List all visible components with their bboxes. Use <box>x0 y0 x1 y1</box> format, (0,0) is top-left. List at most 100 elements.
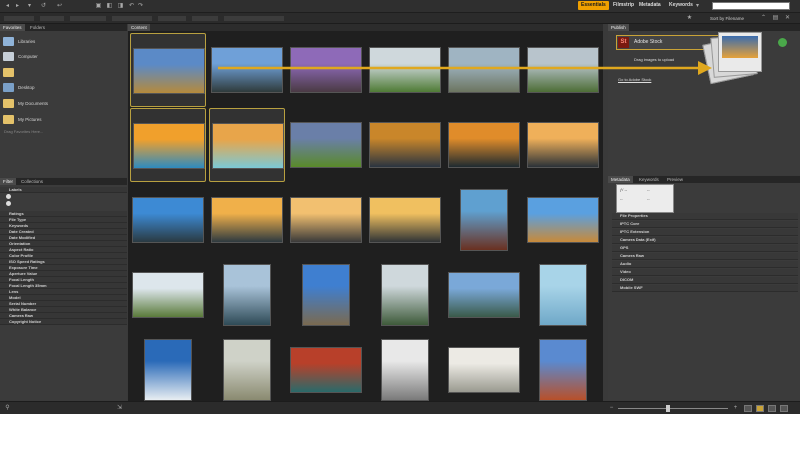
metadata-section[interactable]: Audio <box>612 261 798 268</box>
metadata-section[interactable]: Video <box>612 269 798 276</box>
thumbnail-cell[interactable] <box>288 333 364 407</box>
thumbnail-cell[interactable] <box>525 333 601 407</box>
workspace-filmstrip[interactable]: Filmstrip <box>610 1 637 10</box>
view-list-button[interactable] <box>780 405 788 412</box>
recent-icon[interactable]: ↺ <box>40 3 47 10</box>
thumbnail-cell[interactable] <box>209 333 285 407</box>
sort-order-icon[interactable]: ⌃ <box>760 15 767 22</box>
search-input[interactable] <box>712 2 790 10</box>
rotate-right-icon[interactable]: ↷ <box>137 3 144 10</box>
filter-row[interactable]: Copyright Notice <box>0 319 127 325</box>
workspace-menu-icon[interactable]: ▾ <box>694 3 701 10</box>
path-segment[interactable] <box>4 16 34 21</box>
thumbnail-image[interactable] <box>223 339 271 401</box>
thumbnail-image[interactable] <box>448 122 520 168</box>
thumbnail-cell[interactable] <box>367 258 443 332</box>
path-segment[interactable] <box>112 16 152 21</box>
path-segment[interactable] <box>40 16 64 21</box>
thumbnail-image[interactable] <box>539 264 587 326</box>
path-segment[interactable] <box>192 16 218 21</box>
thumbnail-image[interactable] <box>133 123 205 169</box>
thumbnail-image[interactable] <box>211 197 283 243</box>
thumbnail-image[interactable] <box>539 339 587 401</box>
thumbnail-cell[interactable] <box>130 333 206 407</box>
view-details-button[interactable] <box>768 405 776 412</box>
thumbnail-cell[interactable] <box>130 108 206 182</box>
open-icon[interactable]: ◨ <box>117 3 124 10</box>
back-icon[interactable]: ◂ <box>4 3 11 10</box>
camera-icon[interactable]: ▣ <box>95 3 102 10</box>
thumbnail-image[interactable] <box>212 123 284 169</box>
tab-preview[interactable]: Preview <box>664 176 686 183</box>
thumbnail-image[interactable] <box>381 339 429 401</box>
tab-folders[interactable]: Folders <box>27 24 48 31</box>
zoom-in-icon[interactable]: + <box>732 405 739 412</box>
tab-content[interactable]: Content <box>128 24 150 31</box>
new-folder-icon[interactable]: ▤ <box>772 15 779 22</box>
tab-publish[interactable]: Publish <box>608 24 629 31</box>
workspace-keywords[interactable]: Keywords <box>666 1 696 10</box>
thumbnail-cell[interactable] <box>130 183 206 257</box>
thumbnail-cell[interactable] <box>525 108 601 182</box>
lock-icon[interactable]: ⚲ <box>4 405 11 412</box>
thumbnail-image[interactable] <box>223 264 271 326</box>
workspace-essentials[interactable]: Essentials <box>578 1 609 10</box>
thumbnail-image[interactable] <box>448 347 520 393</box>
tab-filter[interactable]: Filter <box>0 178 16 185</box>
metadata-section[interactable]: Camera Data (Exif) <box>612 237 798 244</box>
view-grid-lock-button[interactable] <box>744 405 752 412</box>
tab-metadata[interactable]: Metadata <box>608 176 633 183</box>
thumbnail-size-slider-knob[interactable] <box>666 405 670 412</box>
thumbnail-image[interactable] <box>369 197 441 243</box>
label-swatch[interactable] <box>6 194 11 199</box>
thumbnail-cell[interactable] <box>525 183 601 257</box>
thumbnail-cell[interactable] <box>367 333 443 407</box>
thumbnail-cell[interactable] <box>209 183 285 257</box>
thumbnail-cell[interactable] <box>288 108 364 182</box>
path-segment[interactable] <box>70 16 106 21</box>
thumbnail-image[interactable] <box>132 197 204 243</box>
metadata-section[interactable]: GPS <box>612 245 798 252</box>
view-thumbnails-button[interactable] <box>756 405 764 412</box>
thumbnail-cell[interactable] <box>367 108 443 182</box>
filter-row-labels[interactable]: Labels <box>0 187 127 193</box>
workspace-metadata[interactable]: Metadata <box>636 1 664 10</box>
thumbnail-image[interactable] <box>290 122 362 168</box>
thumbnail-image[interactable] <box>460 189 508 251</box>
thumbnail-image[interactable] <box>144 339 192 401</box>
tab-favorites[interactable]: Favorites <box>0 24 25 31</box>
metadata-section[interactable]: DICOM <box>612 277 798 284</box>
boomerang-icon[interactable]: ↩ <box>56 3 63 10</box>
path-segment[interactable] <box>224 16 284 21</box>
resize-icon[interactable]: ⇲ <box>116 405 123 412</box>
thumbnail-cell[interactable] <box>446 108 522 182</box>
thumbnail-cell[interactable] <box>130 258 206 332</box>
thumbnail-image[interactable] <box>448 272 520 318</box>
thumbnail-image[interactable] <box>527 122 599 168</box>
thumbnail-cell[interactable] <box>209 258 285 332</box>
metadata-section[interactable]: Camera Raw <box>612 253 798 260</box>
metadata-section[interactable]: IPTC Extension <box>612 229 798 236</box>
rotate-left-icon[interactable]: ↶ <box>128 3 135 10</box>
thumbnail-size-slider[interactable] <box>618 408 728 409</box>
label-swatch[interactable] <box>6 201 11 206</box>
favorite-libraries[interactable]: Libraries <box>3 35 35 47</box>
thumbnail-cell[interactable] <box>288 183 364 257</box>
favorite-my-pictures[interactable]: My Pictures <box>3 113 42 125</box>
thumbnail-image[interactable] <box>302 264 350 326</box>
zoom-out-icon[interactable]: − <box>608 405 615 412</box>
forward-icon[interactable]: ▸ <box>14 3 21 10</box>
thumbnail-cell[interactable] <box>446 258 522 332</box>
thumbnail-cell[interactable] <box>446 333 522 407</box>
metadata-section[interactable]: Mobile SWF <box>612 285 798 292</box>
thumbnail-image[interactable] <box>132 272 204 318</box>
thumbnail-image[interactable] <box>369 122 441 168</box>
thumbnail-cell[interactable] <box>209 108 285 182</box>
tab-collections[interactable]: Collections <box>18 178 46 185</box>
thumbnail-image[interactable] <box>527 197 599 243</box>
thumbnail-image[interactable] <box>290 197 362 243</box>
star-filter-icon[interactable]: ★ <box>686 15 693 22</box>
thumbnail-cell[interactable] <box>525 258 601 332</box>
favorite-desktop[interactable]: Desktop <box>3 81 35 93</box>
tab-keywords[interactable]: Keywords <box>636 176 662 183</box>
